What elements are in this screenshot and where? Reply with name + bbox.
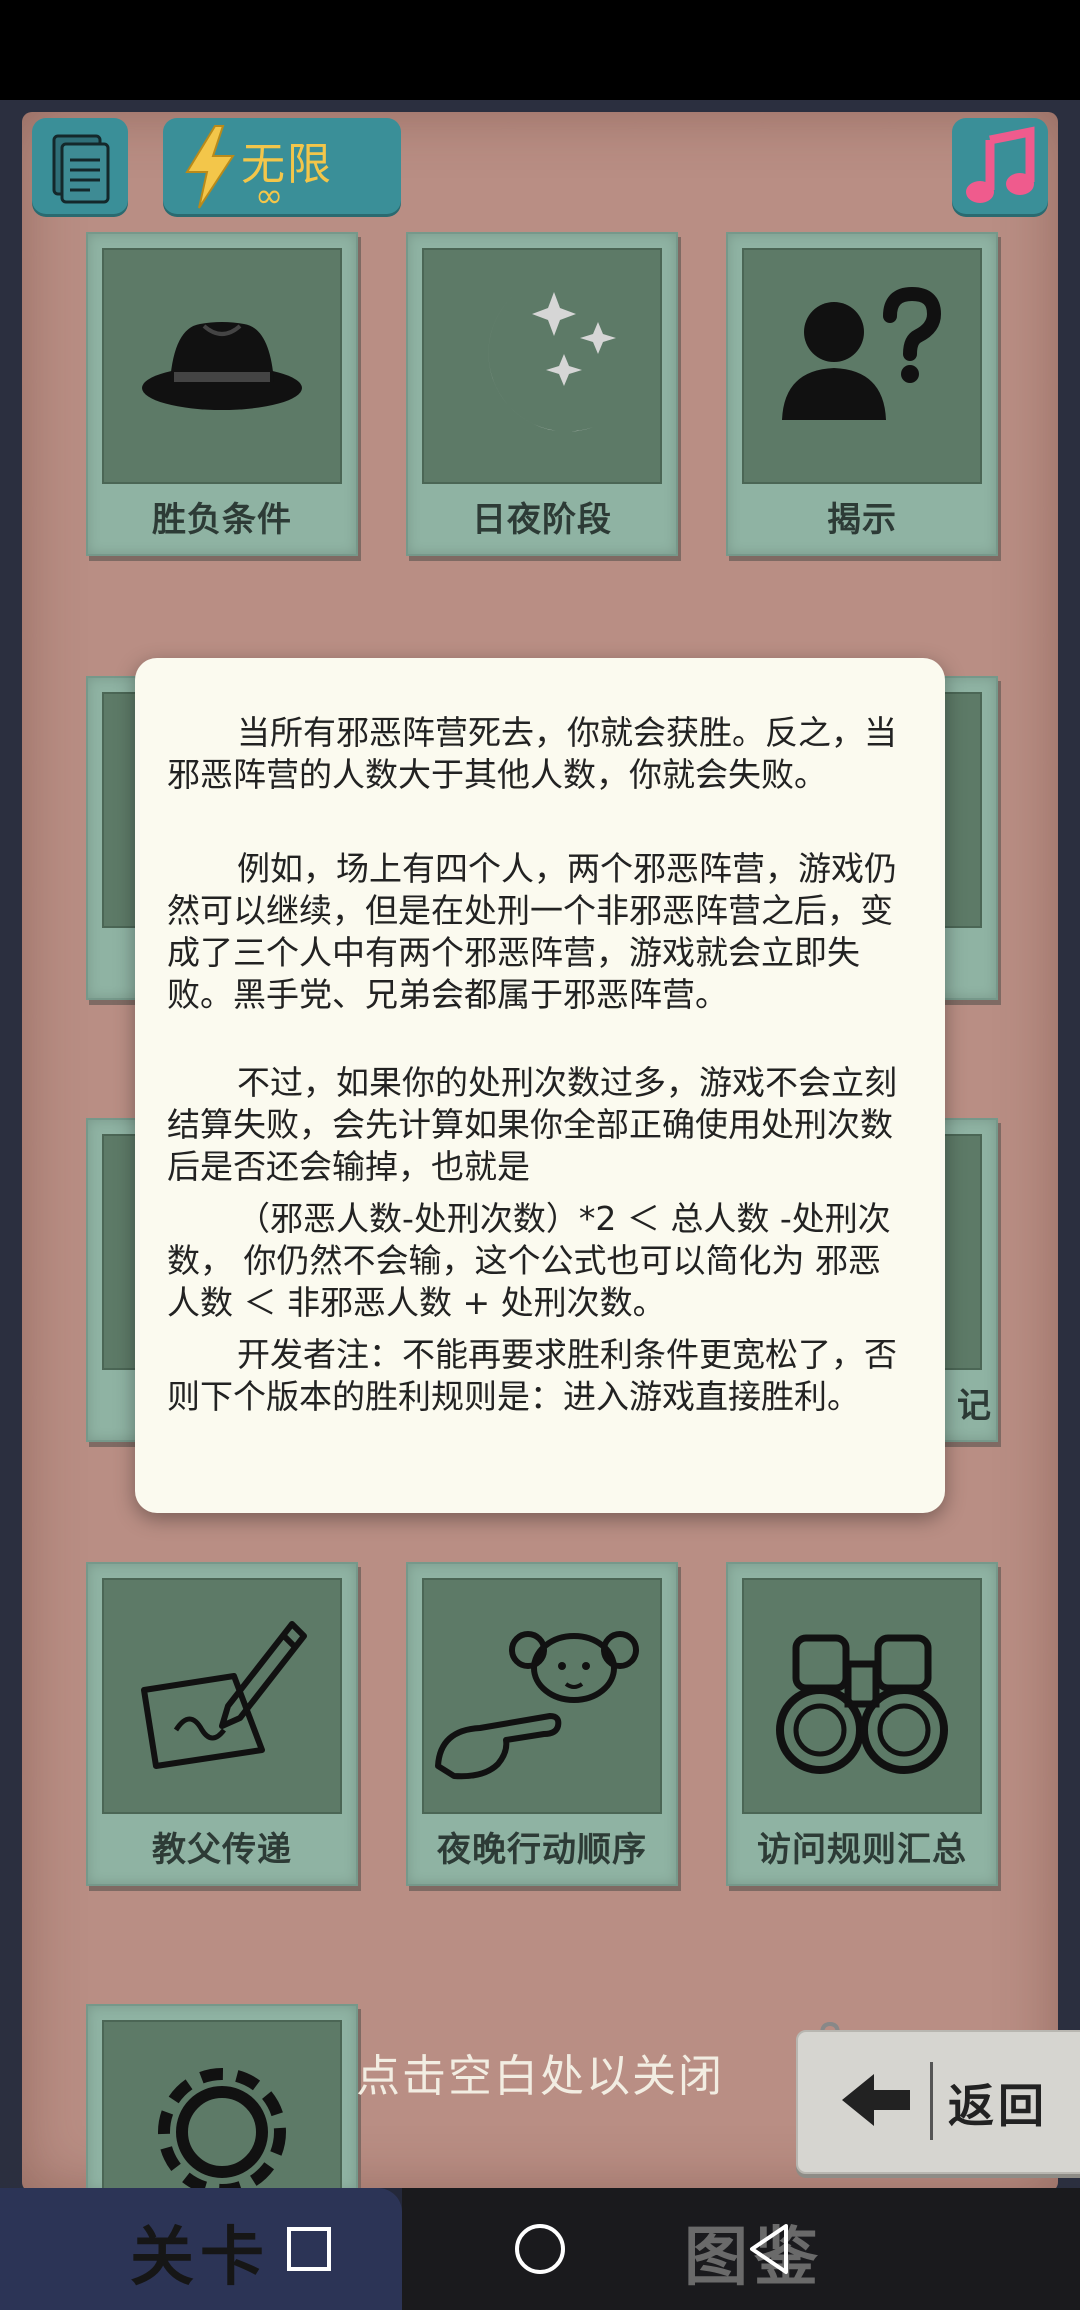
card-label: 教父传递	[152, 1830, 292, 1870]
card-image	[422, 248, 662, 484]
recents-icon[interactable]	[284, 2224, 334, 2274]
card-image	[742, 1578, 982, 1814]
dialog-paragraph: 例如，场上有四个人，两个邪恶阵营，游戏仍然可以继续，但是在处刑一个非邪恶阵营之后…	[167, 849, 897, 1014]
status-bar	[0, 0, 1080, 100]
back-button[interactable]: 返回	[796, 2030, 1080, 2174]
moon-stars-icon	[488, 290, 616, 432]
card-godfather-pass[interactable]: 教父传递	[86, 1562, 358, 1886]
music-note-icon	[966, 126, 1035, 203]
tab-level-label: 关卡	[130, 2221, 270, 2295]
pen-signature-icon	[141, 1621, 307, 1769]
dialog-paragraph: 开发者注：不能再要求胜利条件更宽松了，否则下个版本的胜利规则是：进入游戏直接胜利…	[167, 1335, 897, 1416]
dialog-paragraph: 当所有邪恶阵营死去，你就会获胜。反之，当邪恶阵营的人数大于其他人数，你就会失败。	[167, 713, 897, 794]
dialog-paragraph: （邪恶人数-处刑次数）*2 ＜ 总人数 -处刑次数， 你仍然不会输，这个公式也可…	[167, 1199, 891, 1322]
music-button[interactable]	[952, 118, 1048, 214]
arrow-left-icon	[842, 2074, 910, 2126]
infinite-symbol: ∞	[255, 176, 284, 216]
document-button[interactable]	[32, 118, 128, 214]
card-image	[102, 248, 342, 484]
back-button-label: 返回	[948, 2079, 1048, 2133]
card-image	[422, 1578, 662, 1814]
card-win-conditions[interactable]: 胜负条件	[86, 232, 358, 556]
card-label: 日夜阶段	[472, 500, 612, 540]
pointing-sheep-icon	[435, 1631, 639, 1780]
card-day-night[interactable]: 日夜阶段	[406, 232, 678, 556]
card-label: 夜晚行动顺序	[437, 1830, 647, 1870]
card-label: 揭示	[827, 500, 897, 540]
card-night-action-order[interactable]: 夜晚行动顺序	[406, 1562, 678, 1886]
person-question-icon	[782, 286, 942, 420]
back-triangle-icon[interactable]	[744, 2222, 794, 2276]
dialog-paragraph: 不过，如果你的处刑次数过多，游戏不会立刻结算失败，会先计算如果你全部正确使用处刑…	[167, 1063, 897, 1186]
card-label: 胜负条件	[152, 500, 292, 540]
rules-dialog: 当所有邪恶阵营死去，你就会获胜。反之，当邪恶阵营的人数大于其他人数，你就会失败。…	[135, 658, 945, 1513]
back-button-divider	[930, 2062, 933, 2140]
document-icon	[52, 134, 110, 204]
bottom-navigation-bar: 关卡 图鉴	[0, 2188, 1080, 2310]
card-label: 访问规则汇总	[757, 1830, 967, 1870]
card-image	[102, 1578, 342, 1814]
tab-level[interactable]: 关卡	[0, 2188, 402, 2310]
binoculars-icon	[776, 1634, 948, 1774]
home-icon[interactable]	[512, 2221, 568, 2277]
card-image	[742, 248, 982, 484]
card-visit-rules-summary[interactable]: 访问规则汇总	[726, 1562, 998, 1886]
card-reveal[interactable]: 揭示	[726, 232, 998, 556]
tab-guide[interactable]: 图鉴	[402, 2188, 1080, 2310]
fedora-hat-icon	[142, 322, 302, 410]
energy-infinite-button[interactable]: 无限 ∞	[163, 118, 401, 216]
lightning-bolt-icon	[185, 125, 235, 209]
